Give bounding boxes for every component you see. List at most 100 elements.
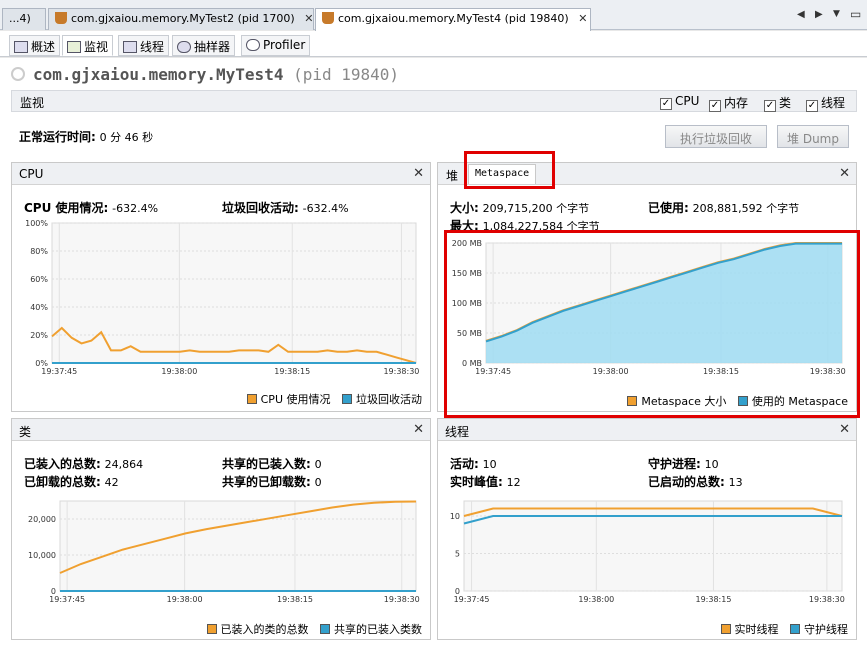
tab-label: 抽样器 bbox=[194, 40, 231, 54]
y-tick-label: 20,000 bbox=[28, 515, 56, 524]
tab-mytest4[interactable]: com.gjxaiou.memory.MyTest4 (pid 19840) ✕ bbox=[315, 8, 591, 31]
stat-value: 42 bbox=[104, 476, 119, 489]
size-stat: 大小: 209,715,200 个字节 bbox=[450, 199, 589, 216]
live-stat: 活动: 10 bbox=[450, 455, 497, 472]
app-pid: (pid 19840) bbox=[293, 65, 400, 84]
legend-label: 共享的已装入类数 bbox=[334, 623, 422, 636]
stat-label: 大小: bbox=[450, 201, 479, 215]
checkbox-label: 类 bbox=[779, 96, 792, 110]
x-tick-label: 19:37:45 bbox=[454, 595, 490, 604]
tab-monitor[interactable]: 监视 bbox=[62, 35, 114, 56]
uptime-value: 0 分 46 秒 bbox=[99, 131, 154, 144]
legend-swatch bbox=[206, 624, 217, 634]
y-tick-label: 10,000 bbox=[28, 551, 56, 560]
legend-swatch bbox=[790, 624, 800, 634]
legend-swatch bbox=[720, 624, 731, 634]
sampler-icon bbox=[177, 41, 191, 53]
stat-value: -632.4% bbox=[112, 202, 159, 215]
started-stat: 已启动的总数: 13 bbox=[648, 473, 743, 490]
panel-header: 线程 bbox=[438, 419, 856, 441]
panel-header: 类 bbox=[12, 419, 430, 441]
stat-value: 13 bbox=[728, 476, 743, 489]
shared-loaded-stat: 共享的已装入数: 0 bbox=[222, 455, 322, 472]
highlight-box bbox=[464, 151, 555, 189]
tab-profiler[interactable]: Profiler bbox=[241, 35, 311, 56]
cpu-chart: 0%20%40%60%80%100%19:37:45 19:38:00 19:38:… bbox=[25, 219, 419, 376]
panel-title: 线程 bbox=[445, 425, 470, 439]
classes-checkbox[interactable]: ✓ 类 bbox=[764, 94, 791, 112]
panel-title: CPU bbox=[19, 167, 44, 181]
stat-label: 共享的已装入数: bbox=[222, 457, 311, 471]
chart-legend: 已装入的类的总数 共享的已装入类数 bbox=[206, 621, 422, 637]
tab-menu-icon[interactable]: ▼ bbox=[833, 9, 840, 19]
cpu-usage-stat: CPU 使用情况: -632.4% bbox=[24, 199, 158, 216]
daemon-stat: 守护进程: 10 bbox=[648, 455, 719, 472]
close-icon[interactable]: ✕ bbox=[839, 166, 850, 181]
plot-area bbox=[59, 500, 417, 592]
scroll-right-icon[interactable]: ▶ bbox=[815, 9, 823, 20]
status-icon bbox=[11, 67, 25, 81]
tab-label: 线程 bbox=[140, 40, 165, 54]
overview-icon bbox=[14, 41, 28, 53]
scroll-left-icon[interactable]: ◀ bbox=[797, 9, 805, 20]
stat-label: 已装入的总数: bbox=[24, 457, 101, 471]
checkbox-icon: ✓ bbox=[660, 98, 672, 110]
cpu-panel: CPU ✕ CPU 使用情况: -632.4% 垃圾回收活动: -632.4% … bbox=[11, 162, 431, 412]
classes-chart: 010,00020,00019:37:45 19:38:00 19:38:15 19:… bbox=[28, 500, 420, 604]
tab-label: 监视 bbox=[84, 40, 109, 54]
monitor-icon bbox=[67, 41, 81, 53]
legend-label: CPU 使用情况 bbox=[260, 393, 331, 406]
loaded-stat: 已装入的总数: 24,864 bbox=[24, 455, 143, 472]
checkbox-label: 线程 bbox=[821, 96, 846, 110]
checkbox-icon: ✓ bbox=[764, 100, 776, 112]
threads-panel: 线程 ✕ 活动: 10 守护进程: 10 实时峰值: 12 已启动的总数: 13… bbox=[437, 418, 857, 640]
stat-value: 10 bbox=[482, 458, 497, 471]
tab-overflow[interactable]: ...4) bbox=[2, 8, 46, 30]
java-icon bbox=[55, 12, 67, 24]
y-tick-label: 60% bbox=[30, 275, 48, 284]
tab-heap[interactable]: 堆 bbox=[446, 167, 458, 184]
java-icon bbox=[322, 12, 334, 24]
close-icon[interactable]: ✕ bbox=[578, 12, 587, 25]
x-tick-label: 19:38:30 bbox=[809, 595, 845, 604]
legend-swatch bbox=[246, 394, 257, 404]
memory-checkbox[interactable]: ✓ 内存 bbox=[709, 94, 748, 112]
close-icon[interactable]: ✕ bbox=[413, 422, 424, 437]
y-tick-label: 20% bbox=[30, 331, 48, 340]
view-tab-bar: 概述 监视 线程 抽样器 Profiler bbox=[0, 31, 867, 57]
threads-icon bbox=[123, 41, 137, 53]
tab-sampler[interactable]: 抽样器 bbox=[172, 35, 236, 56]
stat-label: 已卸载的总数: bbox=[24, 475, 101, 489]
tab-threads[interactable]: 线程 bbox=[118, 35, 170, 56]
close-icon[interactable]: ✕ bbox=[413, 166, 424, 181]
app-name: com.gjxaiou.memory.MyTest4 bbox=[33, 65, 284, 84]
tab-label: Profiler bbox=[263, 38, 306, 52]
maximize-icon[interactable]: ▭ bbox=[850, 7, 861, 21]
section-title: 监视 bbox=[20, 96, 45, 110]
x-tick-label: 19:38:15 bbox=[274, 367, 310, 376]
tab-label: com.gjxaiou.memory.MyTest4 (pid 19840) bbox=[338, 12, 569, 25]
tab-label: 概述 bbox=[31, 40, 56, 54]
stat-label: 已使用: bbox=[648, 201, 689, 215]
x-tick-label: 19:38:15 bbox=[277, 595, 313, 604]
y-tick-label: 80% bbox=[30, 247, 48, 256]
heap-dump-button[interactable]: 堆 Dump bbox=[777, 125, 849, 148]
close-icon[interactable]: ✕ bbox=[839, 422, 850, 437]
checkbox-label: 内存 bbox=[724, 96, 749, 110]
stat-value: 208,881,592 个字节 bbox=[692, 202, 800, 215]
threads-checkbox[interactable]: ✓ 线程 bbox=[806, 94, 845, 112]
y-tick-label: 40% bbox=[30, 303, 48, 312]
close-icon[interactable]: ✕ bbox=[304, 12, 313, 25]
tab-mytest2[interactable]: com.gjxaiou.memory.MyTest2 (pid 1700) ✕ bbox=[48, 8, 314, 30]
uptime: 正常运行时间: 0 分 46 秒 bbox=[19, 128, 153, 145]
perform-gc-button[interactable]: 执行垃圾回收 bbox=[665, 125, 767, 148]
tab-overview[interactable]: 概述 bbox=[9, 35, 61, 56]
cpu-checkbox[interactable]: ✓ CPU bbox=[660, 94, 699, 110]
stat-label: 共享的已卸载数: bbox=[222, 475, 311, 489]
x-tick-label: 19:38:30 bbox=[383, 367, 419, 376]
monitor-view: com.gjxaiou.memory.MyTest4 (pid 19840) 监… bbox=[0, 58, 867, 650]
shared-unloaded-stat: 共享的已卸载数: 0 bbox=[222, 473, 322, 490]
monitor-section-header: 监视 ✓ CPU ✓ 内存 ✓ 类 ✓ 线程 bbox=[11, 90, 857, 112]
x-tick-label: 19:38:00 bbox=[167, 595, 203, 604]
peak-stat: 实时峰值: 12 bbox=[450, 473, 521, 490]
